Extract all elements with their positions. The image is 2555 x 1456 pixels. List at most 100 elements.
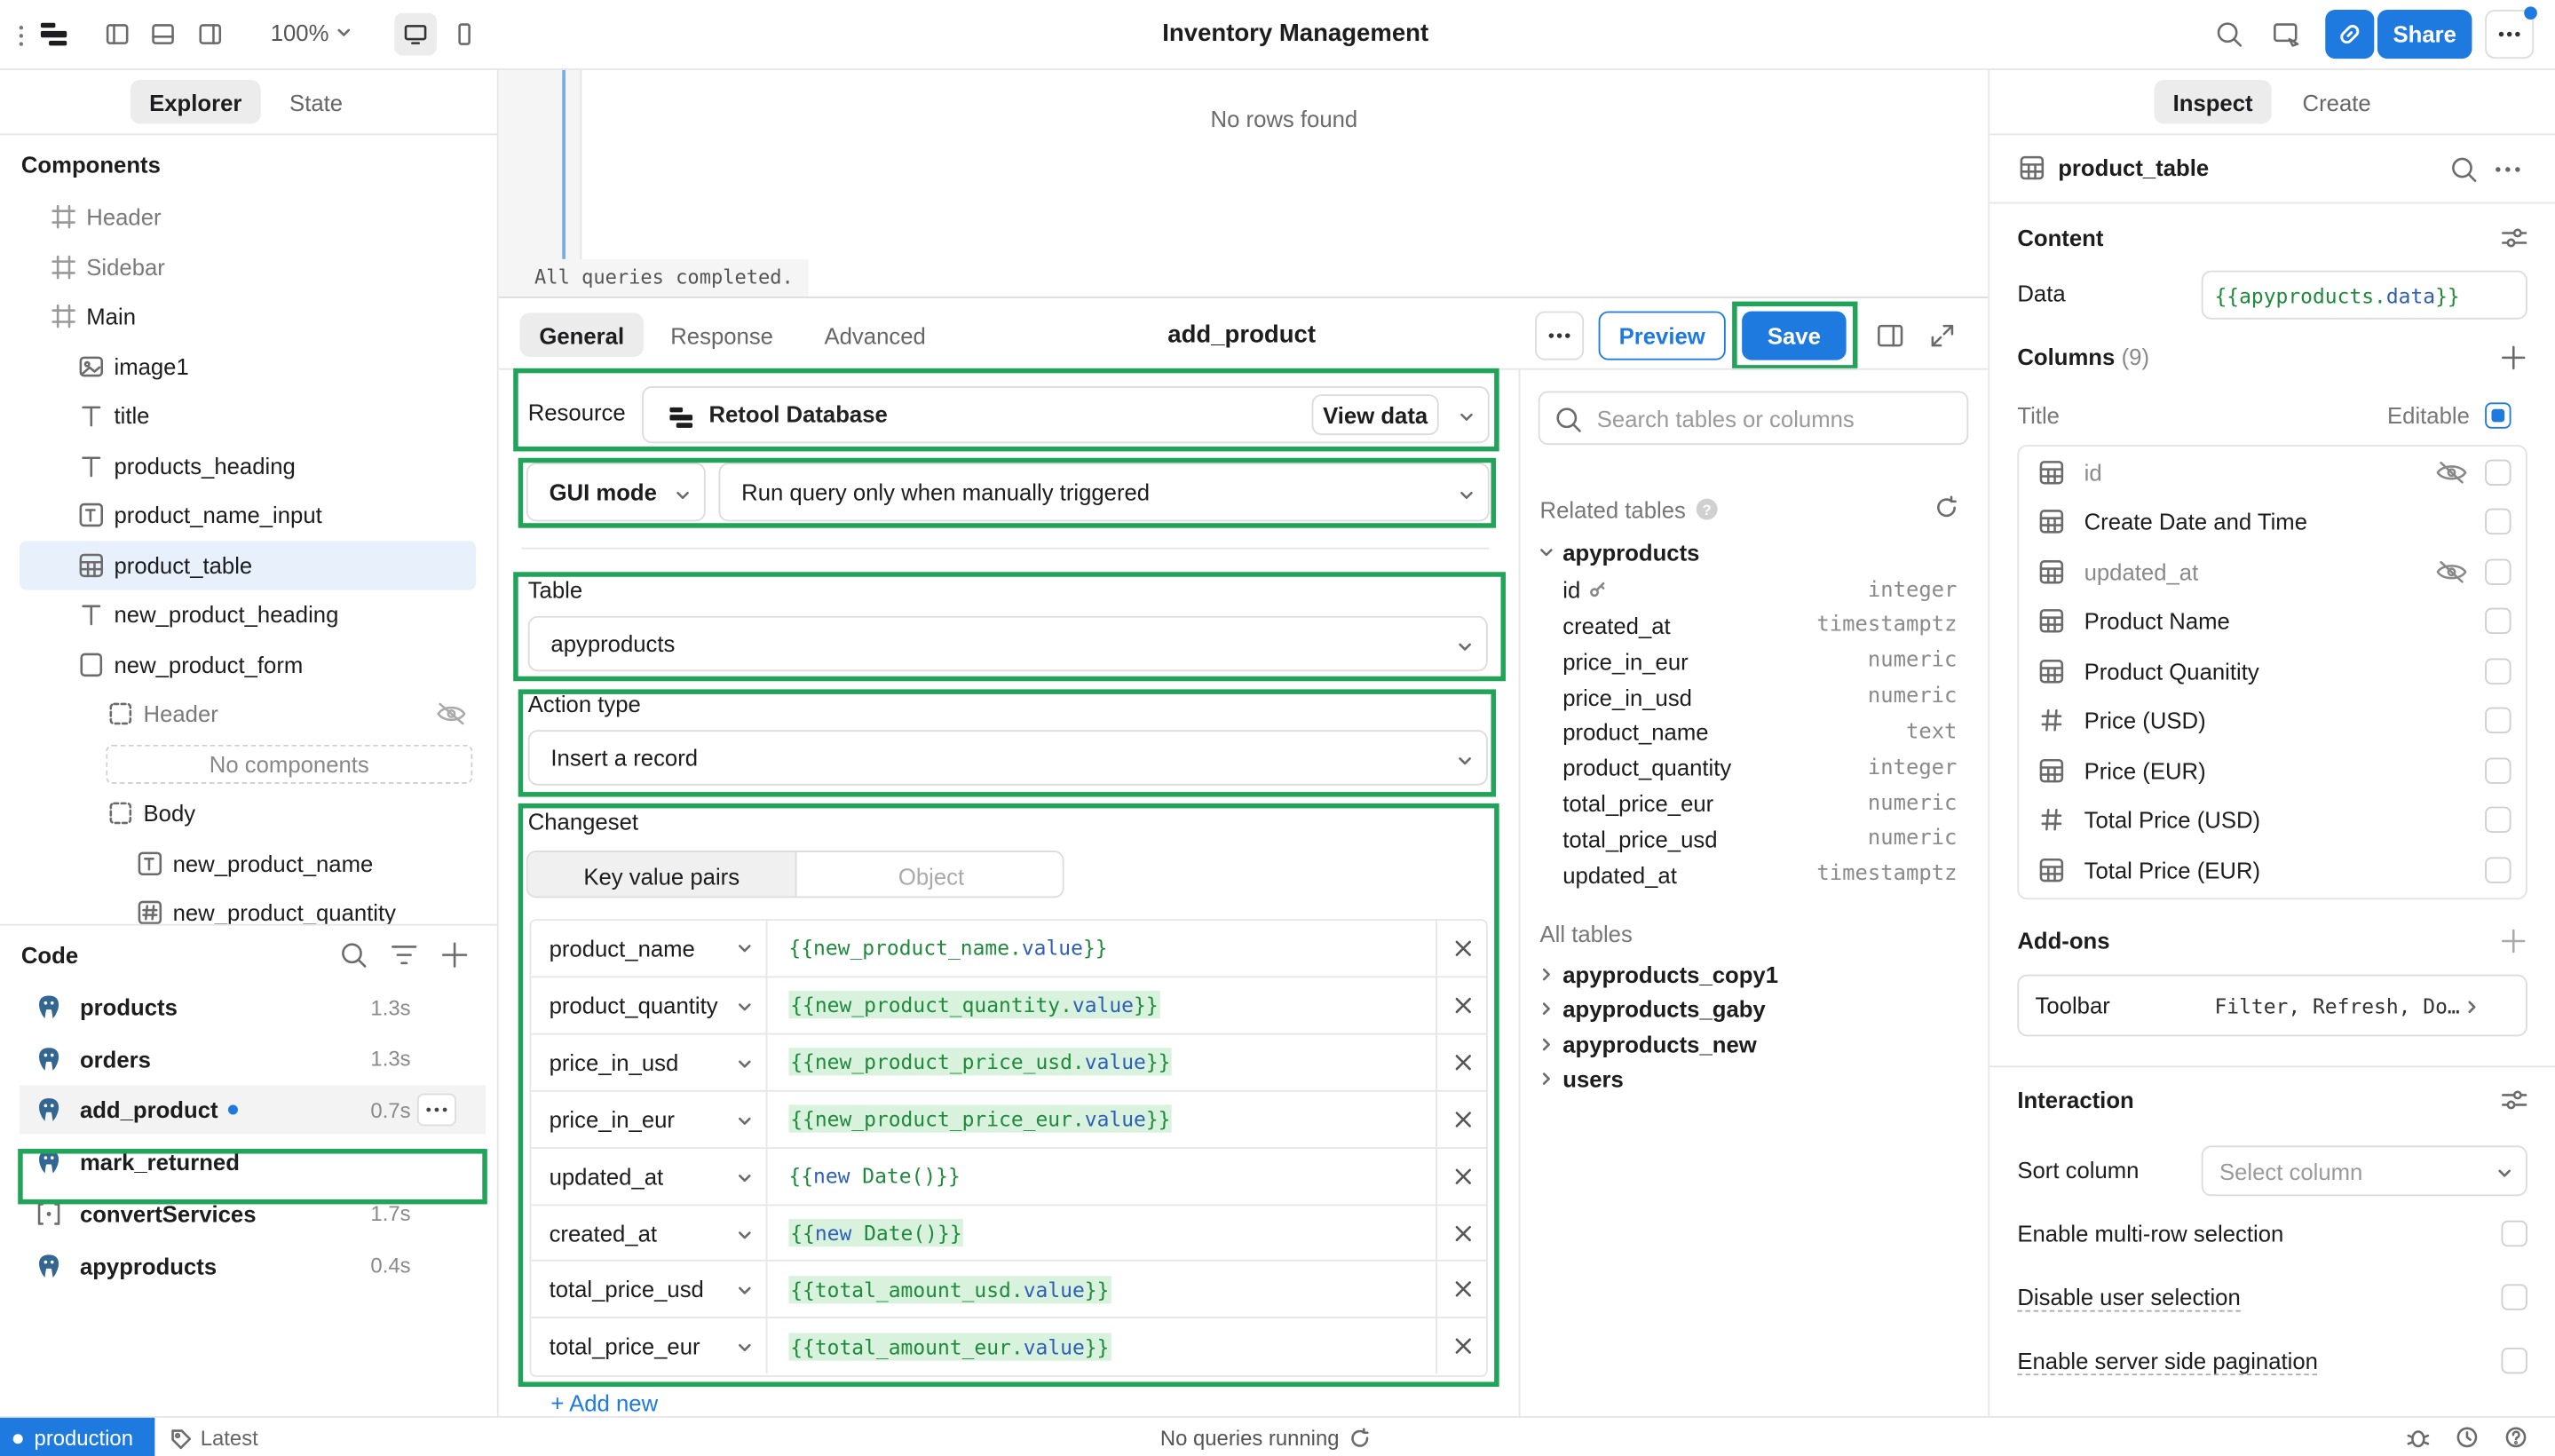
column-editable-checkbox[interactable] bbox=[2485, 856, 2511, 883]
preview-button[interactable]: Preview bbox=[1598, 311, 1726, 360]
column-editable-checkbox[interactable] bbox=[2485, 558, 2511, 585]
table-item[interactable]: apyproducts_copy1 bbox=[1539, 961, 1778, 987]
zoom-select[interactable]: 100% bbox=[271, 20, 352, 45]
tree-item-main[interactable]: Main bbox=[0, 292, 489, 341]
drag-handle-icon[interactable] bbox=[13, 15, 29, 58]
tree-item-body[interactable]: Body bbox=[0, 788, 489, 837]
hidden-eye-icon[interactable] bbox=[2436, 461, 2467, 484]
tab-state[interactable]: State bbox=[261, 80, 372, 124]
add-query-icon[interactable] bbox=[440, 940, 470, 969]
query-item-orders[interactable]: orders 1.3s bbox=[20, 1034, 486, 1083]
tree-item-products-heading[interactable]: products_heading bbox=[0, 441, 489, 490]
toggle-left-panel-icon[interactable] bbox=[96, 13, 138, 56]
column-item[interactable]: id bbox=[2022, 448, 2524, 497]
query-item-apyproducts[interactable]: apyproducts 0.4s bbox=[20, 1241, 486, 1290]
tree-item-new-product-quantity[interactable]: new_product_quantity bbox=[0, 888, 489, 937]
component-name[interactable]: product_table bbox=[2058, 154, 2209, 180]
schema-column[interactable]: updated_at timestamptz bbox=[1562, 857, 1957, 892]
table-item[interactable]: users bbox=[1539, 1065, 1624, 1092]
table-item[interactable]: apyproducts_new bbox=[1539, 1031, 1757, 1056]
help-icon[interactable]: ? bbox=[1696, 498, 1718, 520]
column-editable-checkbox[interactable] bbox=[2485, 608, 2511, 635]
add-column-icon[interactable] bbox=[2501, 345, 2526, 370]
schema-search[interactable]: Search tables or columns bbox=[1538, 391, 1969, 446]
schema-column[interactable]: total_price_eur numeric bbox=[1562, 786, 1957, 821]
schema-column[interactable]: product_name text bbox=[1562, 715, 1957, 750]
hidden-eye-icon[interactable] bbox=[437, 702, 466, 725]
column-item[interactable]: Total Price (EUR) bbox=[2022, 845, 2524, 894]
search-icon[interactable] bbox=[2449, 154, 2479, 184]
tree-item-new-product-heading[interactable]: new_product_heading bbox=[0, 590, 489, 638]
tree-item-product-name-input[interactable]: product_name_input bbox=[0, 490, 489, 539]
column-item[interactable]: Price (EUR) bbox=[2022, 746, 2524, 795]
refresh-icon[interactable] bbox=[1934, 495, 1959, 520]
query-item-products[interactable]: products 1.3s bbox=[20, 983, 486, 1032]
tree-item-product-table[interactable]: product_table bbox=[20, 540, 476, 590]
editable-all-checkbox[interactable] bbox=[2485, 402, 2511, 429]
query-item-add-product[interactable]: add_product 0.7s bbox=[20, 1086, 486, 1136]
tree-item-header[interactable]: Header bbox=[0, 689, 489, 738]
tab-advanced[interactable]: Advanced bbox=[807, 313, 944, 357]
column-item[interactable]: updated_at bbox=[2022, 548, 2524, 597]
schema-column[interactable]: created_at timestamptz bbox=[1562, 607, 1957, 643]
server-pagination-checkbox[interactable] bbox=[2501, 1347, 2527, 1374]
bug-icon[interactable] bbox=[2407, 1426, 2430, 1449]
toolbar-addon[interactable]: Toolbar Filter, Refresh, Do… bbox=[2017, 974, 2527, 1037]
tree-item-new-product-form[interactable]: new_product_form bbox=[0, 639, 489, 688]
column-item[interactable]: Create Date and Time bbox=[2022, 498, 2524, 547]
column-editable-checkbox[interactable] bbox=[2485, 708, 2511, 734]
filter-icon[interactable] bbox=[390, 940, 419, 969]
add-new-link[interactable]: + Add new bbox=[550, 1390, 658, 1416]
column-editable-checkbox[interactable] bbox=[2485, 509, 2511, 535]
schema-column[interactable]: product_quantity integer bbox=[1562, 750, 1957, 786]
tab-create[interactable]: Create bbox=[2278, 80, 2395, 124]
schema-column[interactable]: price_in_usd numeric bbox=[1562, 679, 1957, 715]
column-item[interactable]: Product Quanitity bbox=[2022, 646, 2524, 695]
schema-column[interactable]: price_in_eur numeric bbox=[1562, 643, 1957, 678]
share-button[interactable]: Share bbox=[2377, 10, 2472, 59]
related-table-name[interactable]: apyproducts bbox=[1539, 540, 1699, 566]
toggle-sidebar-icon[interactable] bbox=[1876, 321, 1905, 351]
refresh-icon[interactable] bbox=[1349, 1428, 1371, 1449]
schema-column[interactable]: total_price_usd numeric bbox=[1562, 821, 1957, 857]
tree-item-new-product-name[interactable]: new_product_name bbox=[0, 838, 489, 887]
column-item[interactable]: Price (USD) bbox=[2022, 696, 2524, 745]
table-item[interactable]: apyproducts_gaby bbox=[1539, 996, 1766, 1022]
more-options-icon[interactable] bbox=[2495, 166, 2520, 172]
search-icon[interactable] bbox=[2208, 13, 2250, 56]
column-editable-checkbox[interactable] bbox=[2485, 658, 2511, 684]
query-more-icon[interactable] bbox=[416, 1094, 456, 1128]
query-name[interactable]: add_product bbox=[1108, 321, 1375, 349]
history-icon[interactable] bbox=[2456, 1426, 2479, 1449]
tab-response[interactable]: Response bbox=[657, 313, 787, 357]
version-badge[interactable]: Latest bbox=[170, 1426, 258, 1451]
schema-column[interactable]: id integer bbox=[1562, 572, 1957, 607]
column-editable-checkbox[interactable] bbox=[2485, 459, 2511, 486]
tab-general[interactable]: General bbox=[519, 313, 645, 357]
mobile-view-icon[interactable] bbox=[443, 13, 486, 56]
column-item[interactable]: Product Name bbox=[2022, 597, 2524, 645]
environment-badge[interactable]: production bbox=[0, 1417, 155, 1456]
add-addon-icon[interactable] bbox=[2501, 929, 2526, 954]
copy-link-icon[interactable] bbox=[2325, 10, 2375, 59]
tab-inspect[interactable]: Inspect bbox=[2154, 79, 2272, 124]
column-item[interactable]: Total Price (USD) bbox=[2022, 795, 2524, 844]
desktop-view-icon[interactable] bbox=[394, 12, 437, 56]
hidden-eye-icon[interactable] bbox=[2436, 560, 2467, 583]
column-editable-checkbox[interactable] bbox=[2485, 756, 2511, 784]
settings-sliders-icon[interactable] bbox=[2501, 1087, 2527, 1112]
tree-item-image1[interactable]: image1 bbox=[0, 342, 489, 391]
toggle-bottom-panel-icon[interactable] bbox=[142, 13, 185, 56]
tab-explorer[interactable]: Explorer bbox=[130, 79, 261, 124]
column-editable-checkbox[interactable] bbox=[2485, 806, 2511, 834]
multi-row-selection-checkbox[interactable] bbox=[2501, 1220, 2527, 1247]
tree-item-sidebar[interactable]: Sidebar bbox=[0, 242, 489, 291]
search-icon[interactable] bbox=[339, 940, 368, 969]
toggle-right-panel-icon[interactable] bbox=[189, 13, 232, 56]
help-icon[interactable] bbox=[2504, 1426, 2527, 1449]
sort-column-select[interactable]: Select column bbox=[2201, 1145, 2527, 1197]
disable-user-selection-checkbox[interactable] bbox=[2501, 1284, 2527, 1310]
settings-sliders-icon[interactable] bbox=[2501, 225, 2527, 250]
preview-app-icon[interactable] bbox=[2265, 13, 2307, 56]
retool-logo-icon[interactable] bbox=[33, 13, 75, 56]
